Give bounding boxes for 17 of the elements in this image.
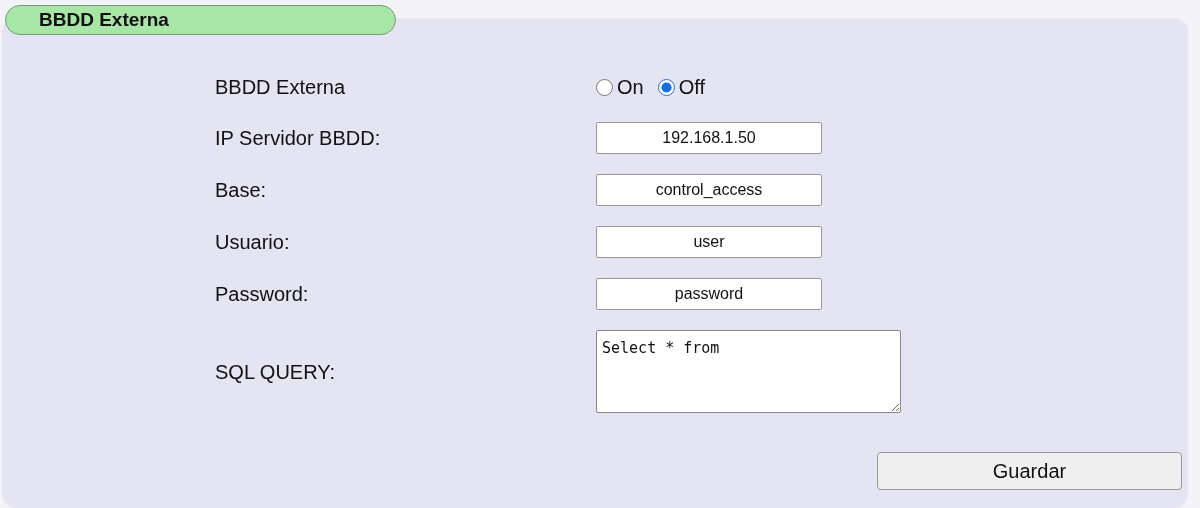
radio-label[interactable]: On (617, 72, 644, 102)
field-label: SQL QUERY: (215, 359, 337, 385)
field-label: Usuario: (215, 230, 291, 255)
input-field[interactable]: 192.168.1.50 (596, 122, 822, 154)
section-header: BBDD Externa (5, 5, 396, 35)
save-button[interactable]: Guardar (877, 452, 1182, 490)
field-label: BBDD Externa (215, 75, 347, 100)
field-label: IP Servidor BBDD: (215, 126, 382, 151)
field-label: Base: (215, 178, 268, 203)
radio-button[interactable] (596, 78, 613, 96)
input-field[interactable]: user (596, 226, 822, 258)
input-field[interactable]: password (596, 278, 822, 310)
input-field[interactable]: control_access (596, 174, 822, 206)
query-field[interactable]: Select * from (596, 330, 901, 413)
radio-button[interactable] (657, 78, 675, 96)
radio-label[interactable]: Off (678, 72, 705, 102)
field-label: Password: (215, 282, 310, 307)
